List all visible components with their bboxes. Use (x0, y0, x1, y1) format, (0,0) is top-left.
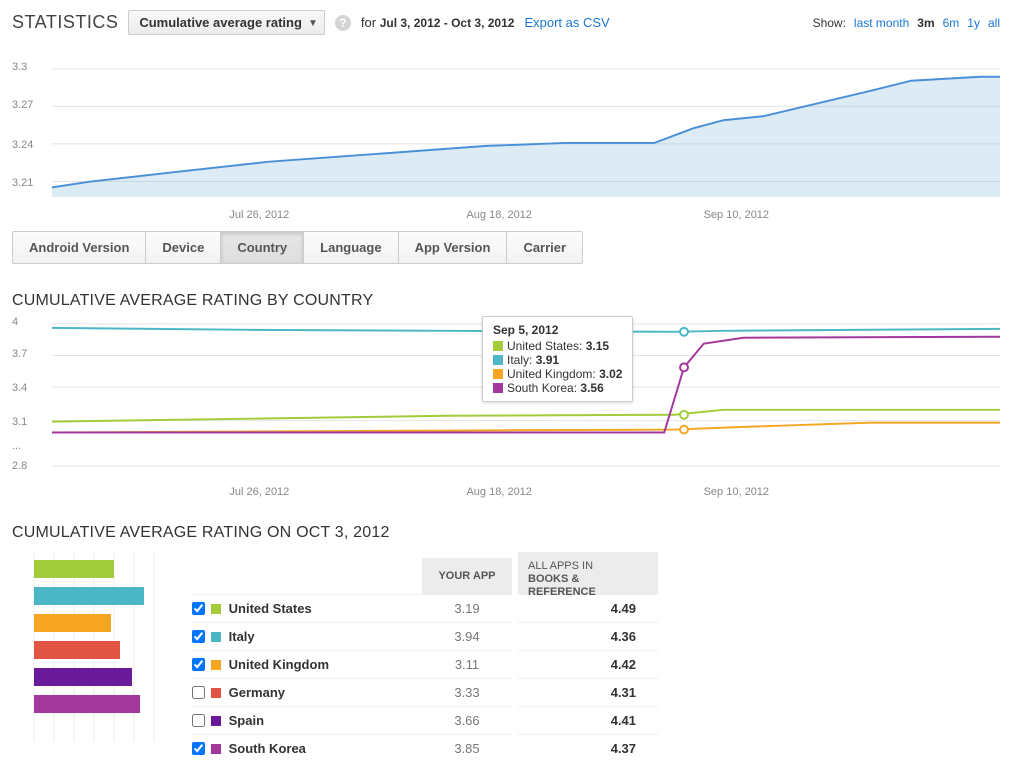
range-6m[interactable]: 6m (943, 16, 960, 30)
range-all[interactable]: all (988, 16, 1000, 30)
tab-app-version[interactable]: App Version (398, 231, 507, 264)
help-icon[interactable]: ? (335, 15, 351, 31)
tooltip-row: United Kingdom: 3.02 (493, 367, 622, 381)
table-row: Italy3.94 (192, 622, 512, 650)
xtick: Jul 26, 2012 (229, 209, 289, 221)
country-name: Italy (229, 629, 422, 644)
country-name: South Korea (229, 741, 422, 756)
tab-country[interactable]: Country (220, 231, 303, 264)
your-app-value: 3.85 (422, 741, 512, 756)
compare-value: 4.31 (518, 678, 658, 706)
page-header: STATISTICS Cumulative average rating ▼ ?… (12, 10, 1000, 35)
tab-android-version[interactable]: Android Version (12, 231, 145, 264)
ytick: 3.21 (12, 177, 33, 189)
ytick: 3.3 (12, 61, 27, 73)
show-label: Show: (813, 16, 846, 30)
xtick: Sep 10, 2012 (704, 209, 769, 221)
country-checkbox[interactable] (192, 714, 205, 727)
compare-value: 4.42 (518, 650, 658, 678)
table-row: United States3.19 (192, 594, 512, 622)
snapshot-bars (12, 552, 182, 742)
series-color-swatch (211, 632, 221, 642)
country-checkbox[interactable] (192, 630, 205, 643)
export-csv-link[interactable]: Export as CSV (524, 15, 609, 30)
metric-dropdown-label: Cumulative average rating (139, 15, 302, 30)
compare-value: 4.36 (518, 622, 658, 650)
tab-language[interactable]: Language (303, 231, 397, 264)
tooltip-row: Italy: 3.91 (493, 353, 622, 367)
series-color-swatch (211, 688, 221, 698)
xtick: Aug 18, 2012 (466, 209, 531, 221)
country-checkbox[interactable] (192, 658, 205, 671)
your-app-value: 3.94 (422, 629, 512, 644)
range-3m[interactable]: 3m (917, 16, 934, 30)
country-checkbox[interactable] (192, 742, 205, 755)
country-checkbox[interactable] (192, 602, 205, 615)
date-range-label: for Jul 3, 2012 - Oct 3, 2012 (361, 15, 515, 30)
compare-value: 4.37 (518, 734, 658, 762)
chevron-down-icon: ▼ (308, 18, 318, 29)
col-your-app: YOUR APP (422, 558, 512, 594)
section-title-by-country: CUMULATIVE AVERAGE RATING BY COUNTRY (12, 292, 1000, 310)
section-title-snapshot: CUMULATIVE AVERAGE RATING ON OCT 3, 2012 (12, 524, 1000, 542)
page-title: STATISTICS (12, 12, 118, 33)
country-name: United Kingdom (229, 657, 422, 672)
series-color-swatch (211, 660, 221, 670)
range-last-month[interactable]: last month (854, 16, 909, 30)
table-row: Spain3.66 (192, 706, 512, 734)
chart-rating-by-country: 4 3.7 3.4 3.1 ... 2.8 Jul 26, 2012 Aug 1… (12, 316, 1000, 496)
country-name: United States (229, 601, 422, 616)
chart-tooltip: Sep 5, 2012 United States: 3.15 Italy: 3… (482, 316, 633, 402)
ytick: 3.24 (12, 139, 33, 151)
series-color-swatch (211, 716, 221, 726)
ytick: 3.27 (12, 99, 33, 111)
tab-carrier[interactable]: Carrier (506, 231, 583, 264)
your-app-value: 3.66 (422, 713, 512, 728)
compare-value: 4.41 (518, 706, 658, 734)
range-picker: Show: last month 3m 6m 1y all (813, 16, 1000, 30)
range-1y[interactable]: 1y (967, 16, 980, 30)
your-app-value: 3.19 (422, 601, 512, 616)
dimension-tabs: Android Version Device Country Language … (12, 231, 1000, 264)
your-app-value: 3.33 (422, 685, 512, 700)
series-color-swatch (211, 604, 221, 614)
metric-dropdown[interactable]: Cumulative average rating ▼ (128, 10, 325, 35)
col-compare-header: ALL APPS INBOOKS & REFERENCE (518, 552, 658, 594)
series-color-swatch (211, 744, 221, 754)
country-name: Germany (229, 685, 422, 700)
country-checkbox[interactable] (192, 686, 205, 699)
table-row: South Korea3.85 (192, 734, 512, 762)
table-row: Germany3.33 (192, 678, 512, 706)
chart-cumulative-rating: 3.3 3.27 3.24 3.21 Jul 26, 2012 Aug 18, … (12, 59, 1000, 219)
your-app-value: 3.11 (422, 657, 512, 672)
country-name: Spain (229, 713, 422, 728)
tab-device[interactable]: Device (145, 231, 220, 264)
table-row: United Kingdom3.11 (192, 650, 512, 678)
tooltip-date: Sep 5, 2012 (493, 323, 622, 337)
tooltip-row: South Korea: 3.56 (493, 381, 622, 395)
tooltip-row: United States: 3.15 (493, 339, 622, 353)
